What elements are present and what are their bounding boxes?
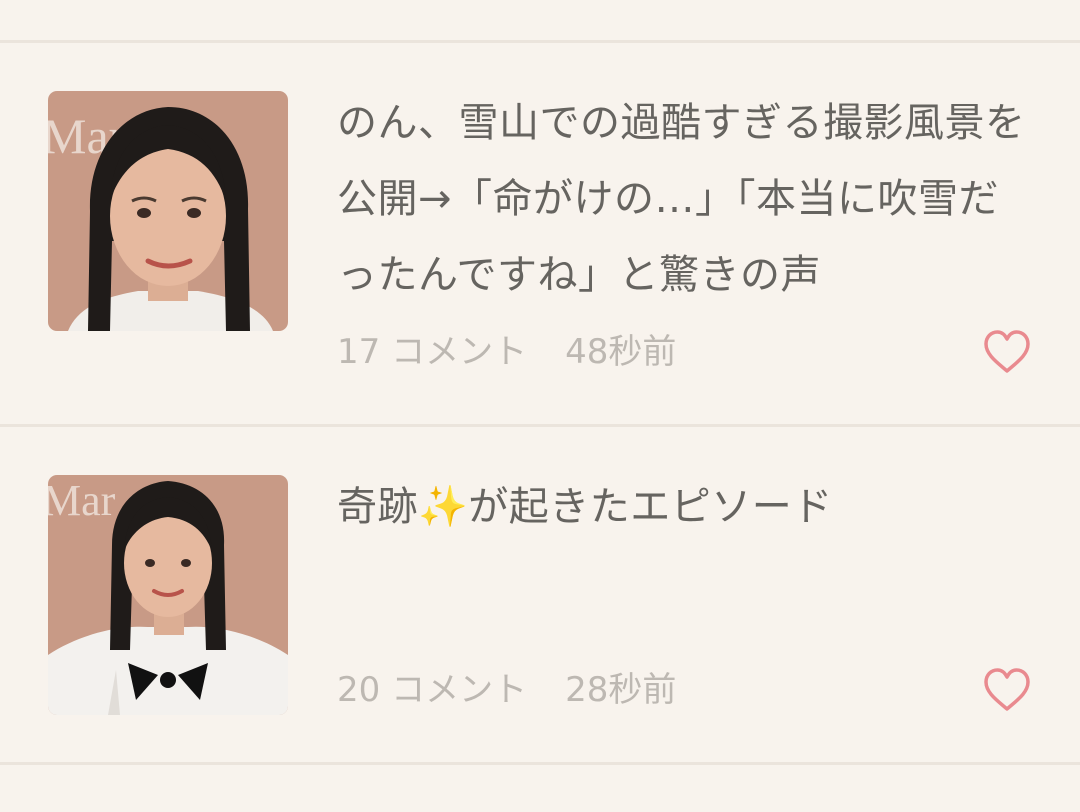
comment-count: 20 コメント: [337, 670, 528, 710]
article-title[interactable]: のん、雪山での過酷すぎる撮影風景を公開→「命がけの…」「本当に吹雪だったんですね…: [337, 85, 1027, 313]
article-item[interactable]: Mar 奇跡✨が起きたエピソード 20 コメント 28秒前: [0, 427, 1080, 762]
article-thumbnail: Mar: [48, 475, 288, 715]
svg-text:Mar: Mar: [48, 476, 116, 525]
article-divider: [0, 762, 1080, 765]
heart-icon[interactable]: [982, 667, 1032, 713]
comment-count: 17 コメント: [337, 332, 528, 372]
article-item[interactable]: Mar のん、雪山での過酷すぎる撮影風景を公開→「命がけの…」「本当に吹雪だった…: [0, 43, 1080, 424]
heart-icon[interactable]: [982, 329, 1032, 375]
article-meta: 20 コメント 28秒前: [337, 670, 676, 710]
article-thumbnail: Mar: [48, 91, 288, 331]
article-title[interactable]: 奇跡✨が起きたエピソード: [337, 469, 1027, 545]
timestamp: 48秒前: [565, 332, 677, 372]
article-meta: 17 コメント 48秒前: [337, 332, 676, 372]
timestamp: 28秒前: [565, 670, 677, 710]
